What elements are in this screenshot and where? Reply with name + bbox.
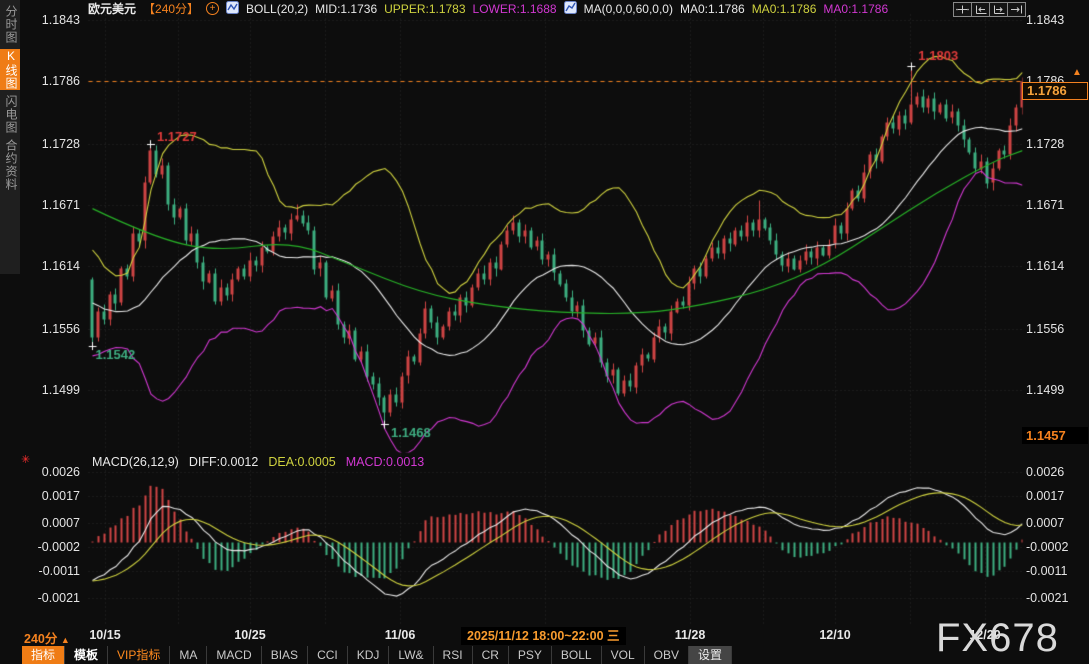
sidebar-item-K线图[interactable]: K线图 [0,49,20,90]
price-tick-right: 1.1499 [1026,383,1086,397]
price-tick-left: 1.1499 [24,383,80,397]
toolbar-item-CCI[interactable]: CCI [308,646,348,664]
indicator-toolbar: 指标模板VIP指标MAMACDBIASCCIKDJLW&RSICRPSYBOLL… [22,646,732,664]
price-tick-right: 1.1671 [1026,198,1086,212]
period-selector-label: 240分 [24,632,57,646]
candlestick-chart-icon[interactable] [226,1,239,17]
period-title: 【240分】 [143,0,199,17]
macd-tick-right: -0.0002 [1026,540,1086,554]
date-label-12/10: 12/10 [800,628,870,642]
toolbar-item-CR[interactable]: CR [473,646,509,664]
sidebar-item-分时图[interactable]: 分时图 [0,5,20,44]
toolbar-item-PSY[interactable]: PSY [509,646,552,664]
symbol-title: 欧元美元 [88,0,136,17]
indicator-settings-icon[interactable]: ✳ [21,453,30,466]
toolbar-item-OBV[interactable]: OBV [645,646,689,664]
period-selector[interactable]: 240分 ▲ [24,628,70,647]
macd-tick-left: -0.0011 [24,564,80,578]
macd-tick-left: 0.0026 [24,465,80,479]
price-chart-canvas[interactable] [0,0,1089,664]
period-dropdown-arrow-icon: ▲ [61,635,70,645]
sidebar-item-闪电图[interactable]: 闪电图 [0,95,20,134]
ma0-value-0: MA0:1.1786 [680,2,745,16]
price-tick-left: 1.1671 [24,198,80,212]
toolbar-item-MA[interactable]: MA [170,646,207,664]
macd-diff-value: DIFF:0.0012 [189,455,258,469]
arrow-to-edge-icon [1010,5,1023,14]
macd-tick-right: -0.0011 [1026,564,1086,578]
boll-mid-value: MID:1.1736 [315,2,377,16]
macd-macd-value: MACD:0.0013 [346,455,425,469]
crosshair-tool-button[interactable] [953,2,972,17]
axis-arrow-right-icon [992,5,1005,14]
date-label-10/25: 10/25 [215,628,285,642]
ma-values: MA0:1.1786 MA0:1.1786 MA0:1.1786 [680,2,888,16]
boll-lower-value: LOWER:1.1688 [473,2,557,16]
sidebar-item-合约资料[interactable]: 合约资料 [0,139,20,191]
ma-label: MA(0,0,0,60,0,0) [584,2,673,16]
price-tick-left: 1.1614 [24,259,80,273]
chart-header: 欧元美元 【240分】 + BOLL(20,2) MID:1.1736 UPPE… [88,1,888,16]
boll-upper-value: UPPER:1.1783 [384,2,465,16]
macd-dea-value: DEA:0.0005 [268,455,335,469]
price-tick-right: 1.1614 [1026,259,1086,273]
toolbar-item-设置[interactable]: 设置 [689,646,732,664]
macd-tick-right: 0.0007 [1026,516,1086,530]
macd-title: MACD(26,12,9) [92,455,179,469]
goto-latest-button[interactable] [1007,2,1026,17]
toolbar-item-RSI[interactable]: RSI [434,646,473,664]
toolbar-item-LW&[interactable]: LW& [389,646,433,664]
price-tick-left: 1.1786 [24,74,80,88]
macd-tick-right: -0.0021 [1026,591,1086,605]
chart-type-sidebar: 分时图 K线图闪电图合约资料 [0,0,20,274]
watermark: FX678 [936,616,1059,661]
date-label-10/15: 10/15 [70,628,140,642]
line-chart-icon[interactable] [564,1,577,17]
date-label-11/28: 11/28 [655,628,725,642]
macd-tick-right: 0.0026 [1026,465,1086,479]
macd-tick-left: -0.0021 [24,591,80,605]
crosshair-date-tooltip: 2025/11/12 18:00~22:00 三 [461,627,626,645]
price-up-arrow-icon: ▲ [1072,67,1082,78]
crosshair-price-label: 1.1457 [1022,427,1088,444]
toolbar-item-指标[interactable]: 指标 [22,646,65,664]
macd-tick-left: 0.0007 [24,516,80,530]
trading-app-window: 分时图 K线图闪电图合约资料 欧元美元 【240分】 + BOLL(20,2) M… [0,0,1089,664]
current-price-label: 1.1786 [1022,82,1088,100]
price-tick-right: 1.1728 [1026,137,1086,151]
macd-tick-left: -0.0002 [24,540,80,554]
macd-tick-right: 0.0017 [1026,489,1086,503]
toolbar-item-VIP指标[interactable]: VIP指标 [108,646,170,664]
price-tick-left: 1.1556 [24,322,80,336]
scroll-right-button[interactable] [989,2,1008,17]
scroll-left-button[interactable] [971,2,990,17]
move-cross-icon [956,5,969,14]
date-label-11/06: 11/06 [365,628,435,642]
axis-arrow-left-icon [974,5,987,14]
circle-plus-icon[interactable]: + [206,2,219,15]
price-tick-right: 1.1843 [1026,13,1086,27]
toolbar-item-MACD[interactable]: MACD [207,646,261,664]
ma0-value-1: MA0:1.1786 [752,2,817,16]
toolbar-item-VOL[interactable]: VOL [602,646,645,664]
macd-header: MACD(26,12,9) DIFF:0.0012 DEA:0.0005 MAC… [92,455,424,469]
price-tick-left: 1.1843 [24,13,80,27]
price-tick-left: 1.1728 [24,137,80,151]
ma0-value-2: MA0:1.1786 [823,2,888,16]
macd-tick-left: 0.0017 [24,489,80,503]
price-tick-right: 1.1556 [1026,322,1086,336]
boll-label: BOLL(20,2) [246,2,308,16]
toolbar-item-KDJ[interactable]: KDJ [348,646,390,664]
toolbar-item-BOLL[interactable]: BOLL [552,646,602,664]
toolbar-item-模板[interactable]: 模板 [65,646,108,664]
toolbar-item-BIAS[interactable]: BIAS [262,646,308,664]
